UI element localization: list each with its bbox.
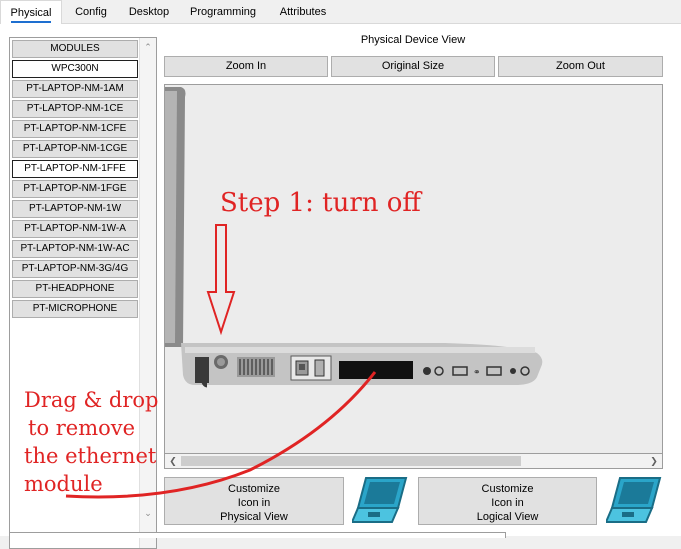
step1-arrow [206,224,236,336]
drag-annotation: Drag & drop to remove the ethernet modul… [24,388,159,496]
step1-annotation: Step 1: turn off [220,188,421,218]
